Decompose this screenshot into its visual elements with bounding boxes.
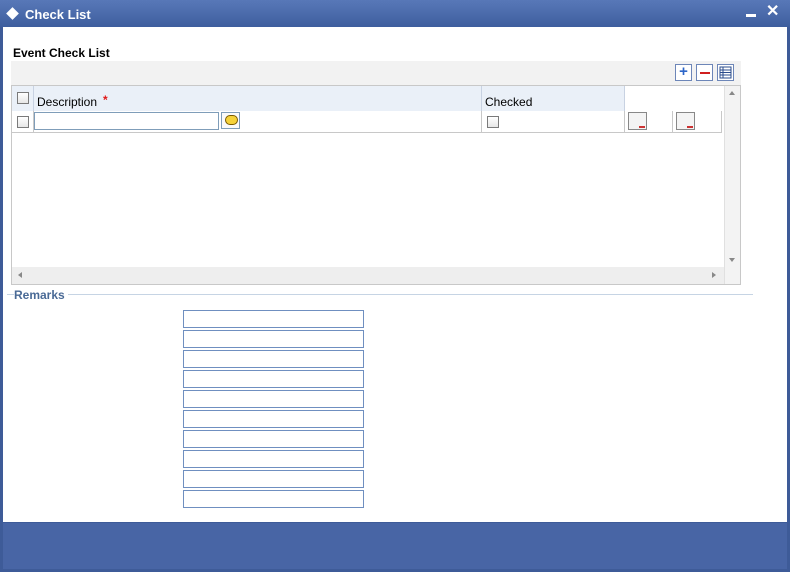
remark-field-5[interactable]: [183, 390, 364, 408]
section-title: Event Check List: [13, 46, 110, 60]
select-all-checkbox[interactable]: [17, 92, 29, 104]
vertical-scrollbar[interactable]: [724, 86, 740, 284]
select-all-header: [12, 86, 34, 111]
grid-header-row: Description * Checked: [12, 86, 625, 111]
remark-field-9[interactable]: [183, 470, 364, 488]
scroll-right-icon[interactable]: [712, 272, 716, 278]
description-header-label: Description: [37, 95, 98, 109]
minus-icon: [700, 72, 710, 74]
row-select-checkbox[interactable]: [17, 116, 29, 128]
checked-cell: [482, 111, 625, 132]
checked-header-label: Checked: [485, 95, 533, 109]
remark-field-8[interactable]: [183, 450, 364, 468]
remark-field-7[interactable]: [183, 430, 364, 448]
list-icon: [719, 66, 732, 79]
scroll-down-icon[interactable]: [729, 258, 735, 262]
dialog-content: Event Check List + Description * Checked…: [3, 27, 787, 522]
description-header: Description *: [34, 86, 482, 111]
window-icon: [6, 7, 19, 20]
remark-field-6[interactable]: [183, 410, 364, 428]
horizontal-scrollbar[interactable]: [12, 267, 724, 284]
table-row: [12, 111, 722, 133]
document-button-1[interactable]: [628, 112, 647, 130]
remark-field-2[interactable]: [183, 330, 364, 348]
title-bar: Check List ✕: [0, 0, 790, 27]
delete-row-button[interactable]: [696, 64, 713, 81]
required-marker: *: [103, 93, 108, 107]
document-button-2[interactable]: [676, 112, 695, 130]
checked-header: Checked: [482, 86, 625, 111]
single-view-button[interactable]: [717, 64, 734, 81]
action-cell-1: [625, 111, 673, 132]
dialog-footer: [3, 523, 787, 569]
remark-field-3[interactable]: [183, 350, 364, 368]
window-title: Check List: [25, 7, 91, 22]
description-cell: [34, 111, 482, 132]
remark-field-10[interactable]: [183, 490, 364, 508]
add-row-button[interactable]: +: [675, 64, 692, 81]
document-icon: [687, 126, 693, 128]
grid-toolbar: +: [11, 61, 741, 85]
close-button[interactable]: ✕: [766, 2, 779, 22]
scroll-up-icon[interactable]: [729, 91, 735, 95]
minimize-button[interactable]: [746, 14, 756, 17]
checklist-grid: Description * Checked: [11, 85, 741, 285]
row-select-cell: [12, 111, 34, 132]
document-icon: [639, 126, 645, 128]
checked-checkbox[interactable]: [487, 116, 499, 128]
remarks-legend: Remarks: [14, 288, 68, 302]
scroll-left-icon[interactable]: [18, 272, 22, 278]
remark-field-4[interactable]: [183, 370, 364, 388]
action-cell-2: [673, 111, 722, 132]
remark-field-1[interactable]: [183, 310, 364, 328]
remarks-divider: [7, 294, 753, 295]
